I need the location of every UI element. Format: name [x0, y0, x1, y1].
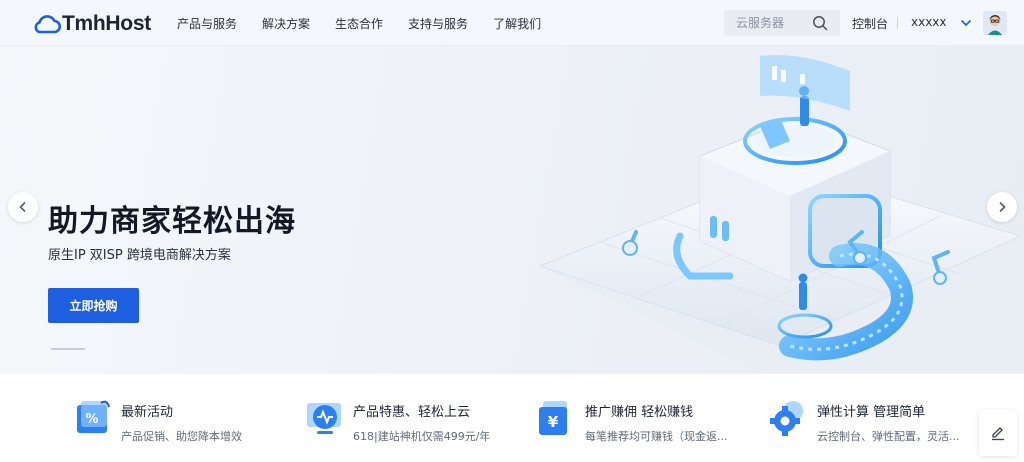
nav-item-ecosystem[interactable]: 生态合作	[335, 15, 383, 32]
nav-item-products[interactable]: 产品与服务	[177, 15, 237, 32]
nav-item-about[interactable]: 了解我们	[493, 15, 541, 32]
prev-slide-button[interactable]	[8, 192, 38, 222]
feature-title: 推广赚佣 轻松赚钱	[585, 405, 694, 420]
cloud-logo-icon	[34, 15, 61, 34]
feature-strip: % 最新活动 产品促销、助您降本增效 产品特惠、轻松上云 618|建站神机仅需4…	[0, 374, 1024, 462]
feature-title: 最新活动	[121, 405, 174, 420]
feedback-button[interactable]	[979, 410, 1017, 456]
top-navbar: TmhHost 产品与服务 解决方案 生态合作 支持与服务 了解我们 控制台 x…	[0, 0, 1024, 46]
svg-text:%: %	[85, 412, 98, 427]
search-box	[724, 10, 840, 36]
hero-illustration	[538, 55, 1024, 374]
header-divider	[897, 17, 898, 29]
main-nav: 产品与服务 解决方案 生态合作 支持与服务 了解我们	[177, 0, 566, 46]
nav-item-solutions[interactable]: 解决方案	[262, 15, 310, 32]
logo[interactable]: TmhHost	[31, 12, 151, 36]
console-link[interactable]: 控制台	[852, 15, 888, 32]
edit-icon	[992, 427, 1004, 441]
monitor-icon	[307, 403, 341, 434]
logo-text: TmhHost	[62, 12, 151, 35]
feature-desc: 每笔推荐均可赚钱（现金返...	[585, 430, 728, 443]
feature-desc: 产品促销、助您降本增效	[121, 430, 242, 443]
yuan-icon: ¥	[539, 401, 567, 435]
search-input[interactable]	[736, 16, 816, 30]
feature-item-activities[interactable]: % 最新活动 产品促销、助您降本增效	[71, 395, 242, 445]
feature-title: 弹性计算 管理简单	[817, 405, 926, 420]
buy-now-button[interactable]: 立即抢购	[48, 288, 139, 323]
feature-item-referral[interactable]: ¥ 推广赚佣 轻松赚钱 每笔推荐均可赚钱（现金返...	[535, 395, 728, 445]
chevron-down-icon[interactable]	[960, 18, 972, 28]
hero-subtitle: 原生IP 双ISP 跨境电商解决方案	[48, 248, 231, 263]
feature-desc: 云控制台、弹性配置，灵活...	[817, 430, 960, 443]
feature-title: 产品特惠、轻松上云	[353, 405, 471, 420]
gear-icon	[770, 401, 803, 436]
discount-icon: %	[77, 400, 110, 433]
slide-indicator[interactable]	[51, 348, 85, 350]
svg-text:¥: ¥	[548, 413, 559, 431]
next-slide-button[interactable]	[987, 192, 1017, 222]
feature-item-elastic-compute[interactable]: 弹性计算 管理简单 云控制台、弹性配置，灵活...	[767, 395, 960, 445]
hero-banner: 助力商家轻松出海 原生IP 双ISP 跨境电商解决方案 立即抢购	[0, 46, 1024, 374]
chevron-right-icon	[999, 201, 1006, 213]
search-icon[interactable]	[812, 15, 828, 31]
nav-item-support[interactable]: 支持与服务	[408, 15, 468, 32]
feature-desc: 618|建站神机仅需499元/年	[353, 430, 491, 443]
avatar[interactable]	[983, 11, 1007, 35]
hero-title: 助力商家轻松出海	[48, 204, 296, 239]
username[interactable]: xxxxx	[911, 15, 947, 29]
chevron-left-icon	[19, 201, 26, 213]
feature-item-product-deals[interactable]: 产品特惠、轻松上云 618|建站神机仅需499元/年	[303, 395, 490, 445]
user-avatar-icon	[983, 11, 1007, 35]
